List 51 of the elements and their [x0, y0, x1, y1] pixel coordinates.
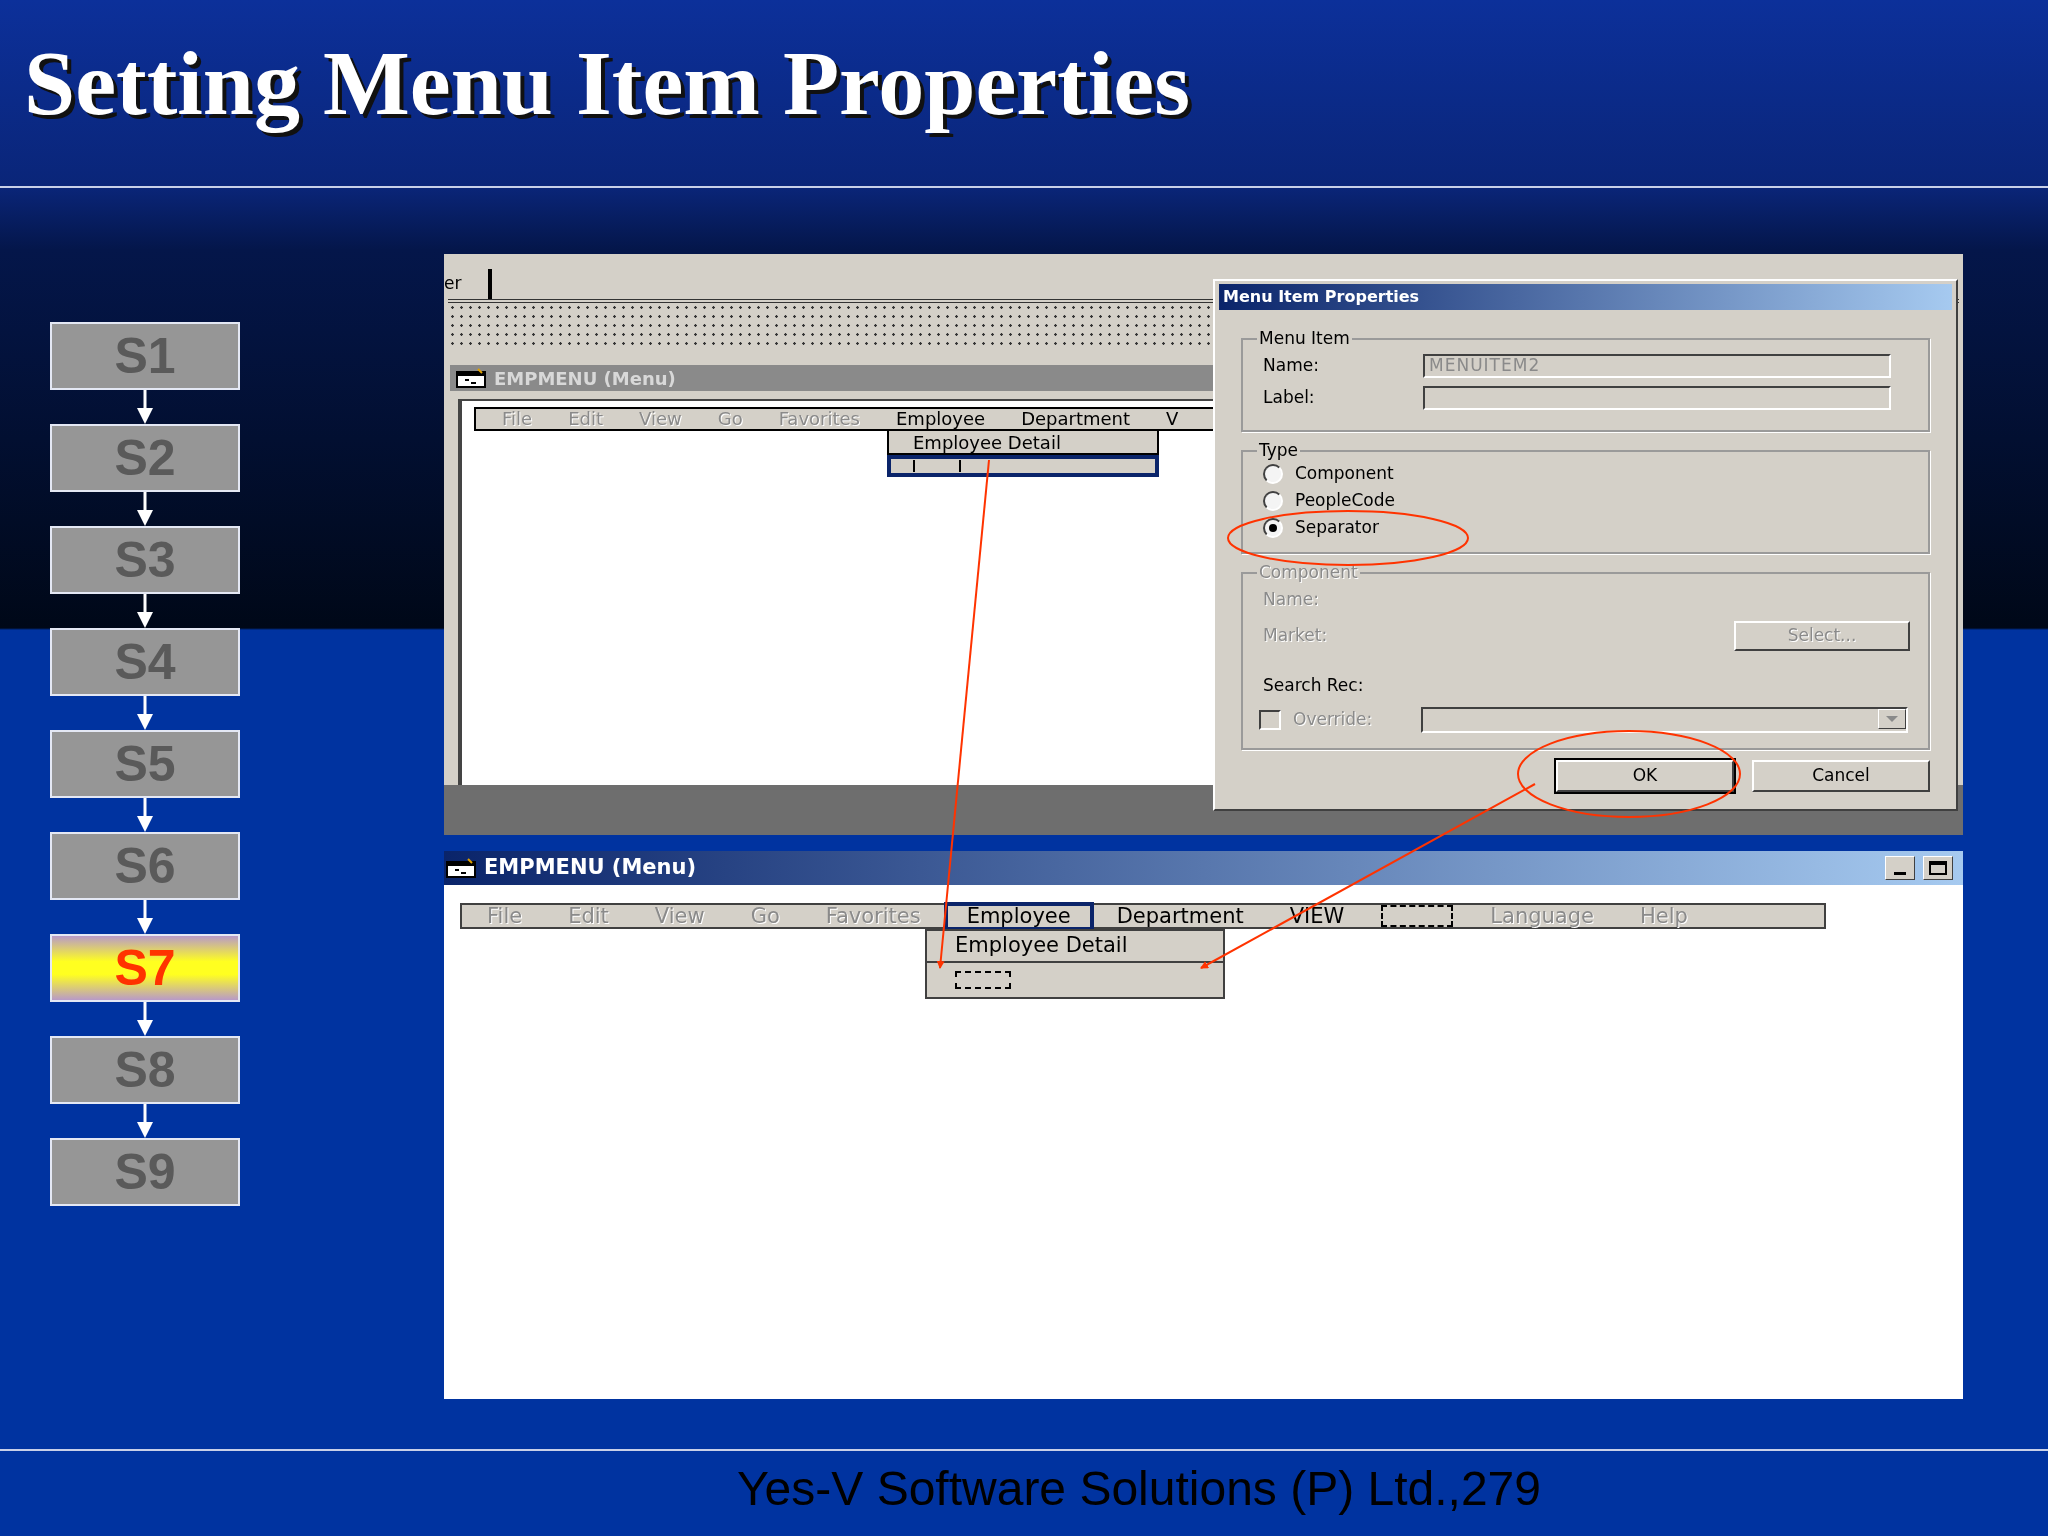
menu-item[interactable]: V: [1148, 410, 1197, 428]
step-box[interactable]: S8: [50, 1036, 240, 1104]
field-label: Name:: [1263, 354, 1320, 378]
step-box[interactable]: S9: [50, 1138, 240, 1206]
arrow-icon: [135, 696, 155, 730]
tab[interactable]: er: [444, 269, 492, 299]
input-field[interactable]: [1423, 386, 1891, 410]
arrow-icon: [135, 900, 155, 934]
menu-item[interactable]: Employee: [878, 410, 1004, 428]
step-box[interactable]: S3: [50, 526, 240, 594]
maximize-button[interactable]: [1923, 856, 1953, 880]
arrow-icon: [135, 1002, 155, 1036]
window-title: EMPMENU (Menu): [494, 366, 676, 391]
menu-item[interactable]: Department: [1003, 410, 1149, 428]
arrow-icon: [135, 798, 155, 832]
window-icon: [446, 858, 476, 878]
field-label: Market:: [1263, 624, 1328, 648]
arrow-icon: [135, 492, 155, 526]
arrow-icon: [135, 390, 155, 424]
radio-button[interactable]: [1263, 463, 1283, 484]
option-label: Component: [1295, 461, 1394, 485]
separator-item[interactable]: [1381, 905, 1454, 927]
dialog-button[interactable]: OK: [1556, 760, 1734, 792]
field-label: Name:: [1263, 588, 1320, 612]
menu-item[interactable]: Employee Detail: [927, 931, 1223, 963]
menu-item[interactable]: Employee Detail: [887, 431, 1159, 455]
input-field[interactable]: MENUITEM2: [1423, 354, 1891, 378]
option-label: Separator: [1295, 515, 1379, 539]
minimize-button[interactable]: [1885, 856, 1915, 880]
menu-item[interactable]: VIEW: [1266, 901, 1368, 931]
separator-item[interactable]: [887, 455, 1159, 477]
option-label: PeopleCode: [1295, 488, 1395, 512]
radio-button[interactable]: [1263, 490, 1283, 511]
dialog-title: Menu Item Properties: [1223, 286, 1420, 308]
window-title: EMPMENU (Menu): [484, 854, 697, 882]
step-box[interactable]: S4: [50, 628, 240, 696]
field-label: Override:: [1293, 708, 1374, 732]
step-box[interactable]: S1: [50, 322, 240, 390]
arrow-icon: [135, 1104, 155, 1138]
menu-item[interactable]: Department: [1093, 901, 1267, 931]
step-box[interactable]: S2: [50, 424, 240, 492]
field-label: Search Rec:: [1263, 673, 1365, 697]
radio-button[interactable]: [1263, 517, 1283, 538]
arrow-icon: [135, 594, 155, 628]
dialog-button[interactable]: Cancel: [1752, 760, 1930, 792]
step-box[interactable]: S5: [50, 730, 240, 798]
step-box[interactable]: S6: [50, 832, 240, 900]
step-box[interactable]: S7: [50, 934, 240, 1002]
slide-footer: Yes-V Software Solutions (P) Ltd.,279: [737, 1453, 1541, 1536]
window-icon: [456, 368, 486, 388]
field-label: Label:: [1263, 386, 1316, 410]
